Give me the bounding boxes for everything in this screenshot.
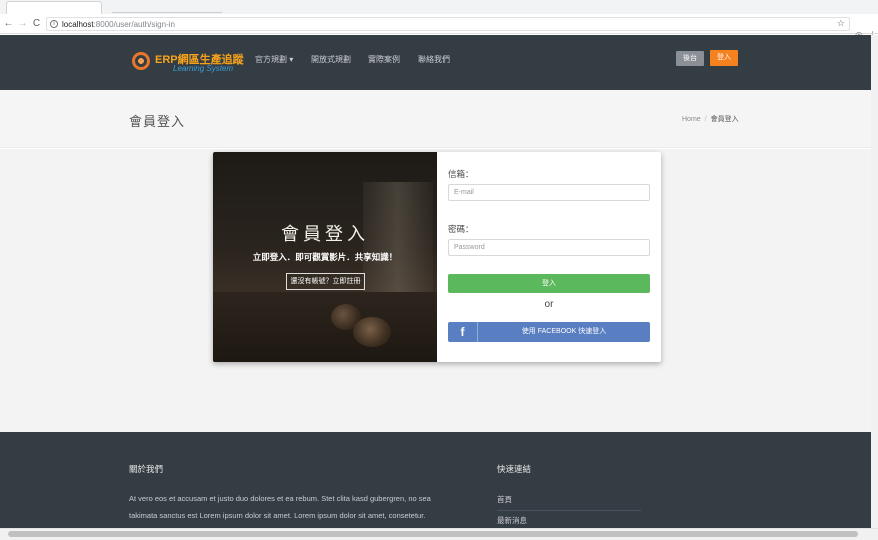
admin-button[interactable]: 後台 <box>676 51 704 66</box>
breadcrumb-current: 會員登入 <box>710 116 739 123</box>
star-icon[interactable]: ☆ <box>837 18 845 29</box>
browser-tab[interactable] <box>112 3 222 13</box>
browser-tab-strip <box>0 0 878 14</box>
footer-about-line: takimata sanctus est Lorem ipsum dolor s… <box>129 511 426 520</box>
password-label: 密碼： <box>448 224 474 234</box>
page-title-bar: 會員登入 Home / 會員登入 <box>0 90 878 148</box>
logo-subtitle: Learning System <box>173 64 234 73</box>
facebook-icon: f <box>448 322 478 342</box>
vertical-scrollbar[interactable] <box>871 35 878 528</box>
email-label: 信箱： <box>448 169 474 179</box>
nav-item-cases[interactable]: 實際案例 <box>368 54 400 65</box>
login-form: 信箱： E-mail 密碼： Password 登入 or f 使用 FACEB… <box>437 152 661 362</box>
main-content: 會員登入 立即登入．即可觀賞影片．共享知識！ 還沒有帳號？立即註冊 信箱： E-… <box>0 149 878 432</box>
login-submit-button[interactable]: 登入 <box>448 274 650 293</box>
horizontal-scrollbar[interactable] <box>0 528 878 540</box>
page-title: 會員登入 <box>129 114 186 129</box>
address-bar[interactable]: i localhost :8000/user/auth/sign-in ☆ <box>46 17 850 31</box>
footer-about-heading: 關於我們 <box>129 464 164 474</box>
info-icon[interactable]: i <box>50 20 58 28</box>
nav-item-open[interactable]: 開放式規劃 <box>311 54 351 65</box>
breadcrumb-home[interactable]: Home <box>682 116 701 123</box>
header-login-button[interactable]: 登入 <box>710 50 738 66</box>
facebook-login-label: 使用 FACEBOOK 快速登入 <box>521 328 607 335</box>
site-header: ERP網區生產追蹤 Learning System 官方規劃 ▾ 開放式規劃 實… <box>0 35 878 90</box>
footer-about-line: At vero eos et accusam et justo duo dolo… <box>129 494 431 503</box>
footer-link-home[interactable]: 首頁 <box>497 494 641 511</box>
breadcrumb: Home / 會員登入 <box>682 116 739 123</box>
password-field[interactable]: Password <box>448 239 650 256</box>
login-card: 會員登入 立即登入．即可觀賞影片．共享知識！ 還沒有帳號？立即註冊 信箱： E-… <box>213 152 661 362</box>
horizontal-scrollbar-thumb[interactable] <box>8 531 858 537</box>
site-footer: 關於我們 At vero eos et accusam et justo duo… <box>0 432 878 532</box>
reload-icon[interactable]: C <box>31 18 42 29</box>
facebook-login-button[interactable]: f 使用 FACEBOOK 快速登入 <box>448 322 650 342</box>
footer-links-heading: 快速連結 <box>497 464 532 474</box>
hero-title: 會員登入 <box>281 224 369 245</box>
logo-icon[interactable] <box>132 52 150 70</box>
nav-item-official[interactable]: 官方規劃 ▾ <box>255 54 293 65</box>
or-divider: or <box>544 299 554 310</box>
hero-subtitle: 立即登入．即可觀賞影片．共享知識！ <box>252 252 398 262</box>
url-path: :8000/user/auth/sign-in <box>93 19 175 29</box>
back-arrow-icon[interactable]: ← <box>3 18 14 29</box>
register-button[interactable]: 還沒有帳號？立即註冊 <box>286 273 365 290</box>
email-field[interactable]: E-mail <box>448 184 650 201</box>
nav-item-contact[interactable]: 聯絡我們 <box>418 54 450 65</box>
browser-tab-active[interactable] <box>6 1 102 14</box>
url-host: localhost <box>62 19 94 29</box>
forward-arrow-icon[interactable]: → <box>17 18 28 29</box>
login-hero-image: 會員登入 立即登入．即可觀賞影片．共享知識！ 還沒有帳號？立即註冊 <box>213 152 437 362</box>
browser-toolbar: ← → C i localhost :8000/user/auth/sign-i… <box>0 14 878 40</box>
